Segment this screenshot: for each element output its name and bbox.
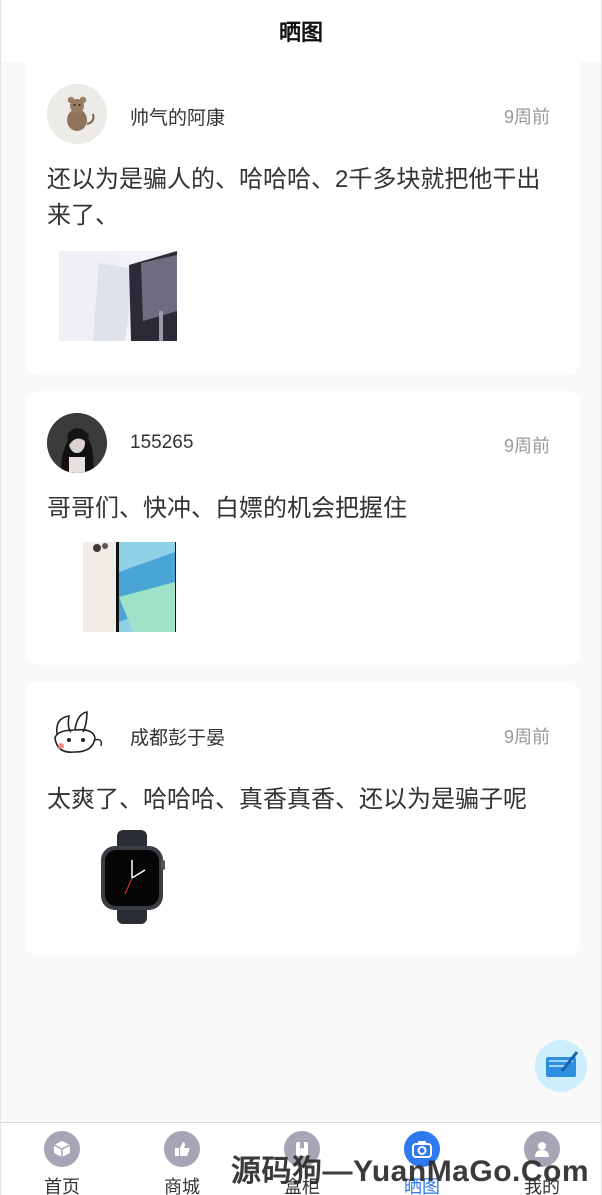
post-card[interactable]: 成都彭于晏 9周前 太爽了、哈哈哈、真香真香、还以为是骗子呢 bbox=[25, 682, 580, 956]
username[interactable]: 155265 bbox=[130, 432, 193, 454]
tab-label: 商城 bbox=[164, 1177, 200, 1195]
cube-icon bbox=[44, 1131, 80, 1167]
post-card[interactable]: 155265 9周前 哥哥们、快冲、白嫖的机会把握住 bbox=[25, 391, 580, 665]
app-frame: 晒图 帅气的阿康 9周前 还以为是骗人的、哈哈哈、2千多块就把他干出来了、 15… bbox=[0, 0, 602, 1195]
tab-home[interactable]: 首页 bbox=[22, 1131, 102, 1195]
thumb-icon bbox=[164, 1131, 200, 1167]
user-avatar[interactable] bbox=[47, 413, 107, 473]
user-avatar[interactable] bbox=[47, 704, 107, 764]
tab-label: 首页 bbox=[44, 1177, 80, 1195]
top-bar: 晒图 bbox=[1, 0, 601, 62]
post-photo[interactable] bbox=[83, 542, 177, 632]
post-text: 还以为是骗人的、哈哈哈、2千多块就把他干出来了、 bbox=[47, 166, 541, 229]
edit-icon bbox=[544, 1049, 579, 1084]
post-text: 太爽了、哈哈哈、真香真香、还以为是骗子呢 bbox=[47, 786, 527, 813]
post-photo[interactable] bbox=[59, 251, 177, 341]
post-text: 哥哥们、快冲、白嫖的机会把握住 bbox=[47, 495, 407, 522]
watermark-text: 源码狗—YuanMaGo.Com bbox=[231, 1155, 590, 1188]
post-time: 9周前 bbox=[503, 107, 550, 127]
compose-post-button[interactable] bbox=[535, 1040, 587, 1092]
post-card[interactable]: 帅气的阿康 9周前 还以为是骗人的、哈哈哈、2千多块就把他干出来了、 bbox=[25, 62, 580, 375]
post-photo[interactable] bbox=[95, 830, 169, 924]
user-avatar[interactable] bbox=[47, 84, 107, 144]
page-title: 晒图 bbox=[278, 20, 323, 45]
username[interactable]: 帅气的阿康 bbox=[130, 103, 225, 130]
post-time: 9周前 bbox=[503, 436, 550, 456]
tab-mall[interactable]: 商城 bbox=[142, 1131, 222, 1195]
post-time: 9周前 bbox=[503, 727, 550, 747]
username[interactable]: 成都彭于晏 bbox=[130, 723, 225, 750]
